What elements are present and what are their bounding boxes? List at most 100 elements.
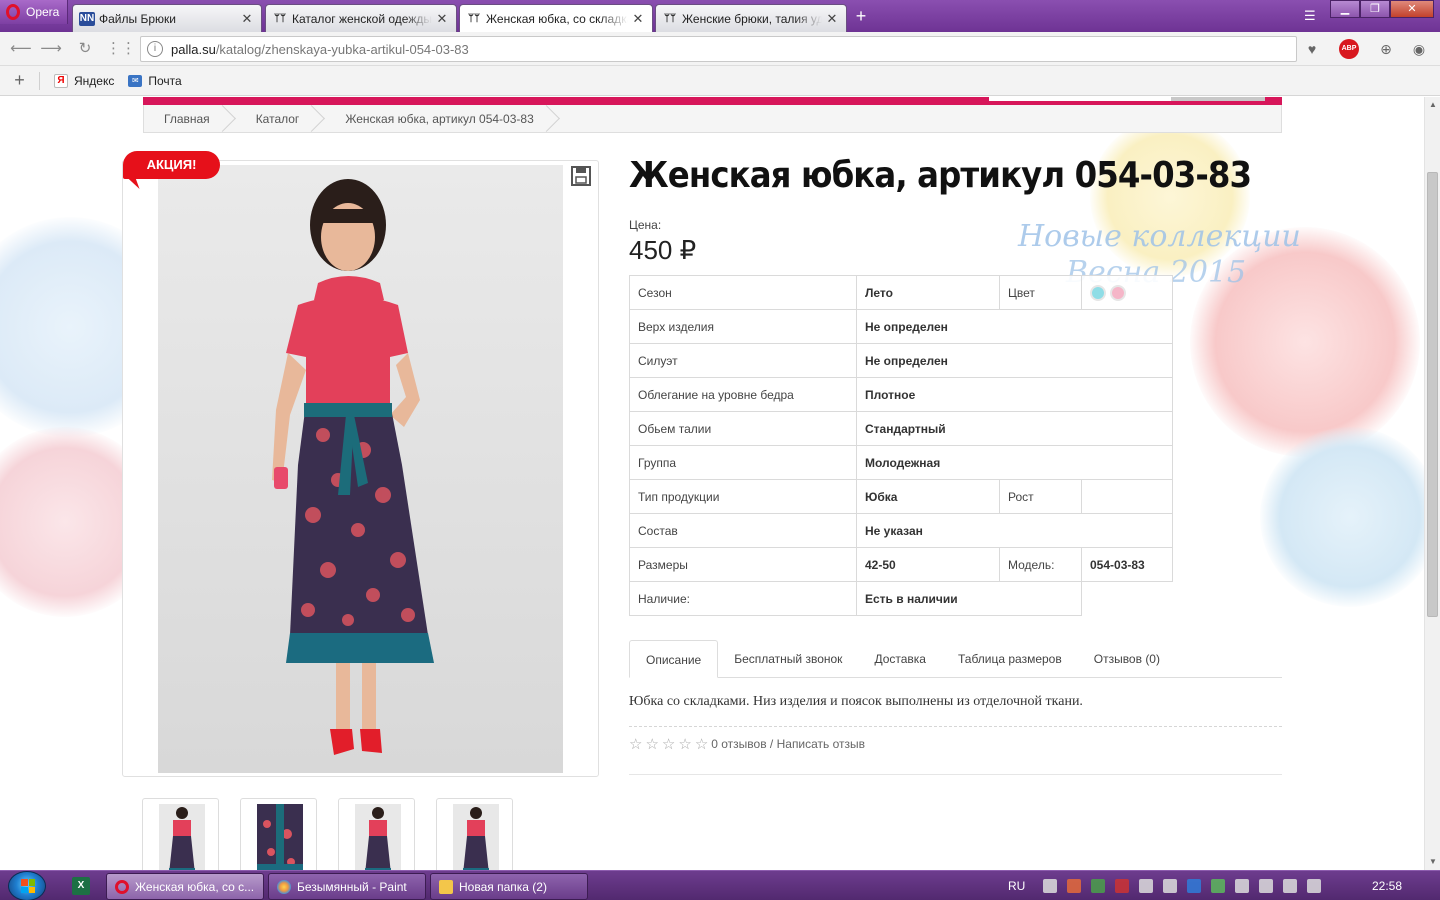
tray-volume-icon[interactable] — [1235, 879, 1250, 893]
search-button-edge[interactable] — [1171, 97, 1265, 101]
browser-titlebar: Opera NN Файлы Брюки ✕ ᛘᛘ Каталог женско… — [0, 0, 1440, 32]
collection-banner-line1: Новые коллекции — [1018, 219, 1301, 254]
thumbnail-figure — [355, 804, 401, 870]
url-path: /katalog/zhenskaya-yubka-artikul-054-03-… — [215, 41, 469, 57]
speed-dial-grid-icon[interactable]: ⋮⋮⋮ — [106, 38, 151, 60]
spec-value — [1081, 479, 1173, 514]
tab-close-icon[interactable]: ✕ — [632, 11, 644, 27]
star-icon[interactable]: ☆ — [695, 735, 708, 753]
system-tray: RU 22:58 — [1000, 871, 1440, 900]
tray-app-icon[interactable] — [1307, 879, 1322, 893]
breadcrumb-current[interactable]: Женская юбка, артикул 054-03-83 — [325, 105, 559, 133]
product-image-panel — [122, 160, 599, 777]
window-controls: ▁ ❐ ✕ — [1330, 0, 1434, 18]
add-bookmark-plus-icon[interactable]: + — [0, 71, 40, 90]
tab-close-icon[interactable]: ✕ — [436, 11, 448, 27]
browser-tab-2[interactable]: ᛘᛘ Каталог женской одежды ✕ — [265, 4, 457, 32]
opera-menu-button[interactable]: Opera — [0, 0, 68, 24]
color-swatch-pink[interactable] — [1110, 284, 1126, 301]
heart-bookmark-icon[interactable]: ♥ — [1302, 39, 1322, 59]
scroll-up-arrow-icon[interactable]: ▲ — [1425, 97, 1440, 113]
bookmark-yandex[interactable]: Я Яндекс — [54, 73, 115, 88]
spec-row: Силуэт Не определен — [629, 343, 1173, 378]
tab-close-icon[interactable]: ✕ — [826, 11, 838, 27]
tab-reviews[interactable]: Отзывов (0) — [1078, 640, 1176, 678]
download-icon[interactable]: ⊕ — [1376, 39, 1396, 59]
url-host: palla.su — [171, 41, 216, 57]
tray-flag-icon[interactable] — [1139, 879, 1154, 893]
spec-row: Облегание на уровне бедра Плотное — [629, 377, 1173, 412]
windows-logo-icon — [21, 879, 35, 893]
tray-app-icon[interactable] — [1259, 879, 1274, 893]
reviews-link[interactable]: 0 отзывов / Написать отзыв — [711, 737, 865, 751]
tray-torrent-icon[interactable] — [1211, 879, 1226, 893]
reload-icon[interactable]: ↻ — [74, 38, 96, 60]
tray-browser-icon[interactable] — [1187, 879, 1202, 893]
star-icon[interactable]: ☆ — [662, 735, 675, 753]
star-icon[interactable]: ☆ — [629, 735, 642, 753]
opera-logo-icon — [6, 4, 20, 20]
breadcrumb-home[interactable]: Главная — [144, 105, 236, 133]
breadcrumb-catalog[interactable]: Каталог — [236, 105, 326, 133]
excel-quicklaunch-icon[interactable]: X — [72, 877, 90, 895]
back-arrow-icon[interactable]: ⟵ — [10, 38, 32, 60]
spec-row: Обьем талии Стандартный — [629, 411, 1173, 446]
bookmark-mail[interactable]: ✉ Почта — [128, 74, 182, 88]
thumbnail-1[interactable] — [142, 798, 219, 870]
tab-close-icon[interactable]: ✕ — [241, 11, 253, 27]
adblock-icon[interactable]: ABP — [1339, 39, 1359, 59]
browser-tab-3-active[interactable]: ᛘᛘ Женская юбка, со складками ✕ — [459, 4, 653, 32]
tab-title: Каталог женской одежды — [292, 11, 432, 26]
thumb-model-illustration — [365, 807, 391, 870]
tray-network-icon[interactable] — [1283, 879, 1298, 893]
url-text: palla.su/katalog/zhenskaya-yubka-artikul… — [171, 42, 469, 57]
taskbar-item-opera[interactable]: Женская юбка, со с... — [106, 873, 264, 900]
spec-empty-cell — [1082, 582, 1173, 616]
new-tab-plus-icon[interactable]: + — [852, 7, 870, 25]
tab-menu-icon[interactable]: ☰ — [1304, 8, 1316, 24]
tray-shield-icon[interactable] — [1091, 879, 1106, 893]
forward-arrow-icon[interactable]: ⟶ — [40, 38, 62, 60]
star-icon[interactable]: ☆ — [645, 735, 658, 753]
price-label: Цена: — [629, 218, 662, 232]
product-price: 450 ₽ — [629, 235, 697, 265]
tab-description[interactable]: Описание — [629, 640, 719, 678]
start-button[interactable] — [8, 871, 46, 900]
taskbar-item-label: Женская юбка, со с... — [135, 879, 255, 894]
maximize-button[interactable]: ❐ — [1360, 0, 1390, 18]
browser-tab-4[interactable]: ᛘᛘ Женские брюки, талия уд ✕ — [655, 4, 847, 32]
taskbar-item-explorer[interactable]: Новая папка (2) — [430, 873, 588, 900]
page-scrollbar[interactable]: ▲ ▼ — [1424, 97, 1440, 870]
browser-tab-1[interactable]: NN Файлы Брюки ✕ — [72, 4, 262, 32]
color-swatch-turquoise[interactable] — [1090, 284, 1106, 301]
spec-row: Состав Не указан — [629, 513, 1173, 548]
people-favicon-icon: ᛘᛘ — [664, 12, 676, 24]
tab-size-chart[interactable]: Таблица размеров — [942, 640, 1078, 678]
account-icon[interactable]: ◉ — [1409, 39, 1429, 59]
scrollbar-thumb[interactable] — [1427, 172, 1438, 617]
thumb-fabric-closeup — [257, 804, 303, 870]
tab-free-call[interactable]: Бесплатный звонок — [718, 640, 858, 678]
save-disk-icon[interactable] — [570, 165, 592, 187]
bookmark-label: Яндекс — [74, 73, 115, 88]
scroll-down-arrow-icon[interactable]: ▼ — [1425, 854, 1440, 870]
address-bar[interactable]: i palla.su/katalog/zhenskaya-yubka-artik… — [140, 36, 1297, 62]
site-info-icon[interactable]: i — [147, 41, 163, 57]
tab-title: Файлы Брюки — [99, 11, 176, 26]
thumbnail-3[interactable] — [338, 798, 415, 870]
thumbnail-4[interactable] — [436, 798, 513, 870]
tray-app-icon[interactable] — [1115, 879, 1130, 893]
star-icon[interactable]: ☆ — [678, 735, 691, 753]
tray-app-icon[interactable] — [1067, 879, 1082, 893]
tray-signal-icon[interactable] — [1163, 879, 1178, 893]
search-input-edge[interactable] — [989, 97, 1171, 101]
language-indicator[interactable]: RU — [1008, 879, 1025, 893]
minimize-button[interactable]: ▁ — [1330, 0, 1360, 18]
tab-delivery[interactable]: Доставка — [858, 640, 942, 678]
thumbnail-2[interactable] — [240, 798, 317, 870]
taskbar-item-paint[interactable]: Безымянный - Paint — [268, 873, 426, 900]
product-photo[interactable] — [158, 165, 563, 773]
close-window-button[interactable]: ✕ — [1390, 0, 1434, 18]
spec-value: Лето — [856, 275, 1000, 310]
tray-monitor-icon[interactable] — [1043, 879, 1058, 893]
